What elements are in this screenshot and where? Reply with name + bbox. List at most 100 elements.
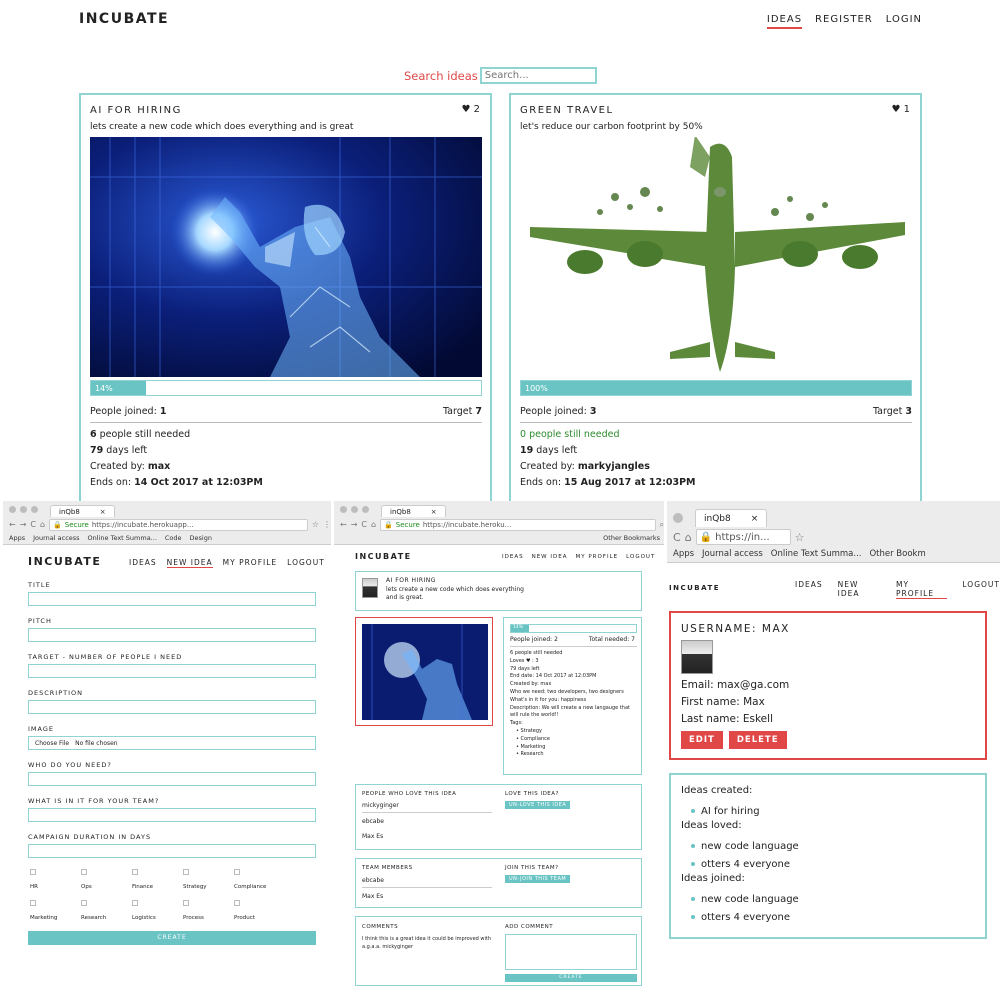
- idea-image[interactable]: [520, 137, 912, 377]
- home-icon[interactable]: ⌂: [371, 520, 376, 529]
- nav-logout[interactable]: LOGOUT: [287, 558, 325, 568]
- bookmark-journal[interactable]: Journal access: [702, 549, 763, 559]
- back-icon[interactable]: ←: [340, 520, 347, 529]
- likes-count[interactable]: ♥ 2: [461, 104, 480, 115]
- bookmark-design[interactable]: Design: [190, 534, 212, 542]
- comment-textarea[interactable]: [505, 934, 637, 970]
- duration-input[interactable]: [28, 844, 316, 858]
- checkbox-logistics[interactable]: Logistics: [132, 900, 183, 921]
- reload-icon[interactable]: C: [30, 520, 36, 529]
- back-icon[interactable]: ←: [9, 520, 16, 529]
- browser-tab[interactable]: inQb8 ×: [695, 509, 768, 527]
- team-member[interactable]: ebcabe: [362, 877, 384, 885]
- list-item[interactable]: otters 4 everyone: [691, 855, 971, 873]
- create-comment-button[interactable]: CREATE: [505, 974, 637, 982]
- brand-logo[interactable]: INCUBATE: [28, 555, 101, 568]
- address-bar[interactable]: 🔒 Secure https://incubate.herokuapp...: [49, 518, 308, 531]
- card-title[interactable]: GREEN TRAVEL: [520, 105, 614, 116]
- window-controls[interactable]: [673, 513, 683, 523]
- star-icon[interactable]: ☆: [795, 531, 805, 544]
- forward-icon[interactable]: →: [351, 520, 358, 529]
- unlove-button[interactable]: UN-LOVE THIS IDEA: [505, 801, 571, 809]
- nav-ideas[interactable]: IDEAS: [795, 580, 823, 599]
- checkbox-ops[interactable]: Ops: [81, 869, 132, 890]
- target-input[interactable]: [28, 664, 316, 678]
- bookmark-code[interactable]: Code: [165, 534, 182, 542]
- nav-new-idea[interactable]: NEW IDEA: [166, 558, 213, 568]
- lover-item[interactable]: mickyginger: [362, 802, 399, 810]
- likes-count[interactable]: ♥ 1: [891, 104, 910, 115]
- bookmark-journal[interactable]: Journal access: [33, 534, 79, 542]
- address-bar[interactable]: 🔒 Secure https://incubate.heroku...: [380, 518, 656, 531]
- unjoin-button[interactable]: UN-JOIN THIS TEAM: [505, 875, 571, 883]
- list-item[interactable]: new code language: [691, 837, 971, 855]
- brand-logo[interactable]: INCUBATE: [669, 584, 720, 592]
- checkbox-process[interactable]: Process: [183, 900, 234, 921]
- nav-new-idea[interactable]: NEW IDEA: [532, 554, 568, 560]
- star-icon[interactable]: ☆: [312, 520, 319, 529]
- bookmark-online-text[interactable]: Online Text Summa...: [771, 549, 862, 559]
- bookmark-online-text[interactable]: Online Text Summa...: [88, 534, 157, 542]
- edit-button[interactable]: EDIT: [681, 731, 723, 749]
- checkbox-marketing[interactable]: Marketing: [30, 900, 81, 921]
- nav-logout[interactable]: LOGOUT: [626, 554, 655, 560]
- other-bookmarks[interactable]: Other Bookmarks: [603, 534, 660, 542]
- close-icon[interactable]: ×: [751, 514, 759, 524]
- create-button[interactable]: CREATE: [28, 931, 316, 945]
- description-input[interactable]: [28, 700, 316, 714]
- lover-item[interactable]: Max Es: [362, 833, 383, 841]
- bookmark-apps[interactable]: Apps: [673, 549, 694, 559]
- lover-item[interactable]: ebcabe: [362, 818, 384, 826]
- nav-login[interactable]: LOGIN: [886, 14, 922, 29]
- nav-logout[interactable]: LOGOUT: [962, 580, 1000, 599]
- image-file-input[interactable]: Choose File No file chosen: [28, 736, 316, 750]
- forward-icon[interactable]: →: [20, 520, 27, 529]
- list-item[interactable]: new code language: [691, 890, 971, 908]
- who-input[interactable]: [28, 772, 316, 786]
- checkbox-product[interactable]: Product: [234, 900, 285, 921]
- brand-logo[interactable]: INCUBATE: [79, 11, 169, 27]
- pitch-input[interactable]: [28, 628, 316, 642]
- idea-card[interactable]: GREEN TRAVEL ♥ 1 let's reduce our carbon…: [509, 93, 922, 503]
- choose-file-button[interactable]: Choose File: [35, 740, 69, 749]
- what-input[interactable]: [28, 808, 316, 822]
- nav-my-profile[interactable]: MY PROFILE: [223, 558, 278, 568]
- delete-button[interactable]: DELETE: [728, 731, 787, 749]
- address-bar[interactable]: 🔒 https://in...: [695, 529, 791, 545]
- other-bookmarks[interactable]: Other Bookm: [869, 549, 925, 559]
- nav-my-profile[interactable]: MY PROFILE: [575, 554, 618, 560]
- nav-register[interactable]: REGISTER: [815, 14, 873, 29]
- bookmark-apps[interactable]: Apps: [9, 534, 25, 542]
- home-icon[interactable]: ⌂: [685, 531, 692, 544]
- close-icon[interactable]: ×: [431, 508, 437, 516]
- browser-tab[interactable]: inQb8 ×: [50, 505, 115, 517]
- home-icon[interactable]: ⌂: [40, 520, 45, 529]
- nav-ideas[interactable]: IDEAS: [502, 554, 524, 560]
- idea-image[interactable]: [90, 137, 482, 377]
- checkbox-strategy[interactable]: Strategy: [183, 869, 234, 890]
- browser-tab[interactable]: inQb8 ×: [381, 505, 446, 517]
- window-controls[interactable]: [340, 506, 369, 513]
- team-member[interactable]: Max Es: [362, 893, 383, 901]
- search-input[interactable]: [479, 67, 597, 84]
- window-controls[interactable]: [9, 506, 38, 513]
- nav-my-profile[interactable]: MY PROFILE: [896, 580, 948, 599]
- card-title[interactable]: AI FOR HIRING: [90, 105, 182, 116]
- checkbox-finance[interactable]: Finance: [132, 869, 183, 890]
- brand-logo[interactable]: INCUBATE: [355, 552, 412, 561]
- checkbox-research[interactable]: Research: [81, 900, 132, 921]
- close-icon[interactable]: ×: [100, 508, 106, 516]
- list-item[interactable]: AI for hiring: [691, 802, 971, 820]
- reload-icon[interactable]: C: [673, 531, 681, 544]
- idea-card[interactable]: AI FOR HIRING ♥ 2 lets create a new code…: [79, 93, 492, 503]
- menu-icon[interactable]: ⋮: [323, 520, 331, 529]
- search-icon[interactable]: ⌕: [660, 520, 664, 530]
- checkbox-compliance[interactable]: Compliance: [234, 869, 285, 890]
- nav-ideas[interactable]: IDEAS: [766, 14, 803, 29]
- checkbox-hr[interactable]: HR: [30, 869, 81, 890]
- title-input[interactable]: [28, 592, 316, 606]
- nav-ideas[interactable]: IDEAS: [129, 558, 157, 568]
- nav-new-idea[interactable]: NEW IDEA: [838, 580, 881, 599]
- reload-icon[interactable]: C: [361, 520, 367, 529]
- list-item[interactable]: otters 4 everyone: [691, 908, 971, 926]
